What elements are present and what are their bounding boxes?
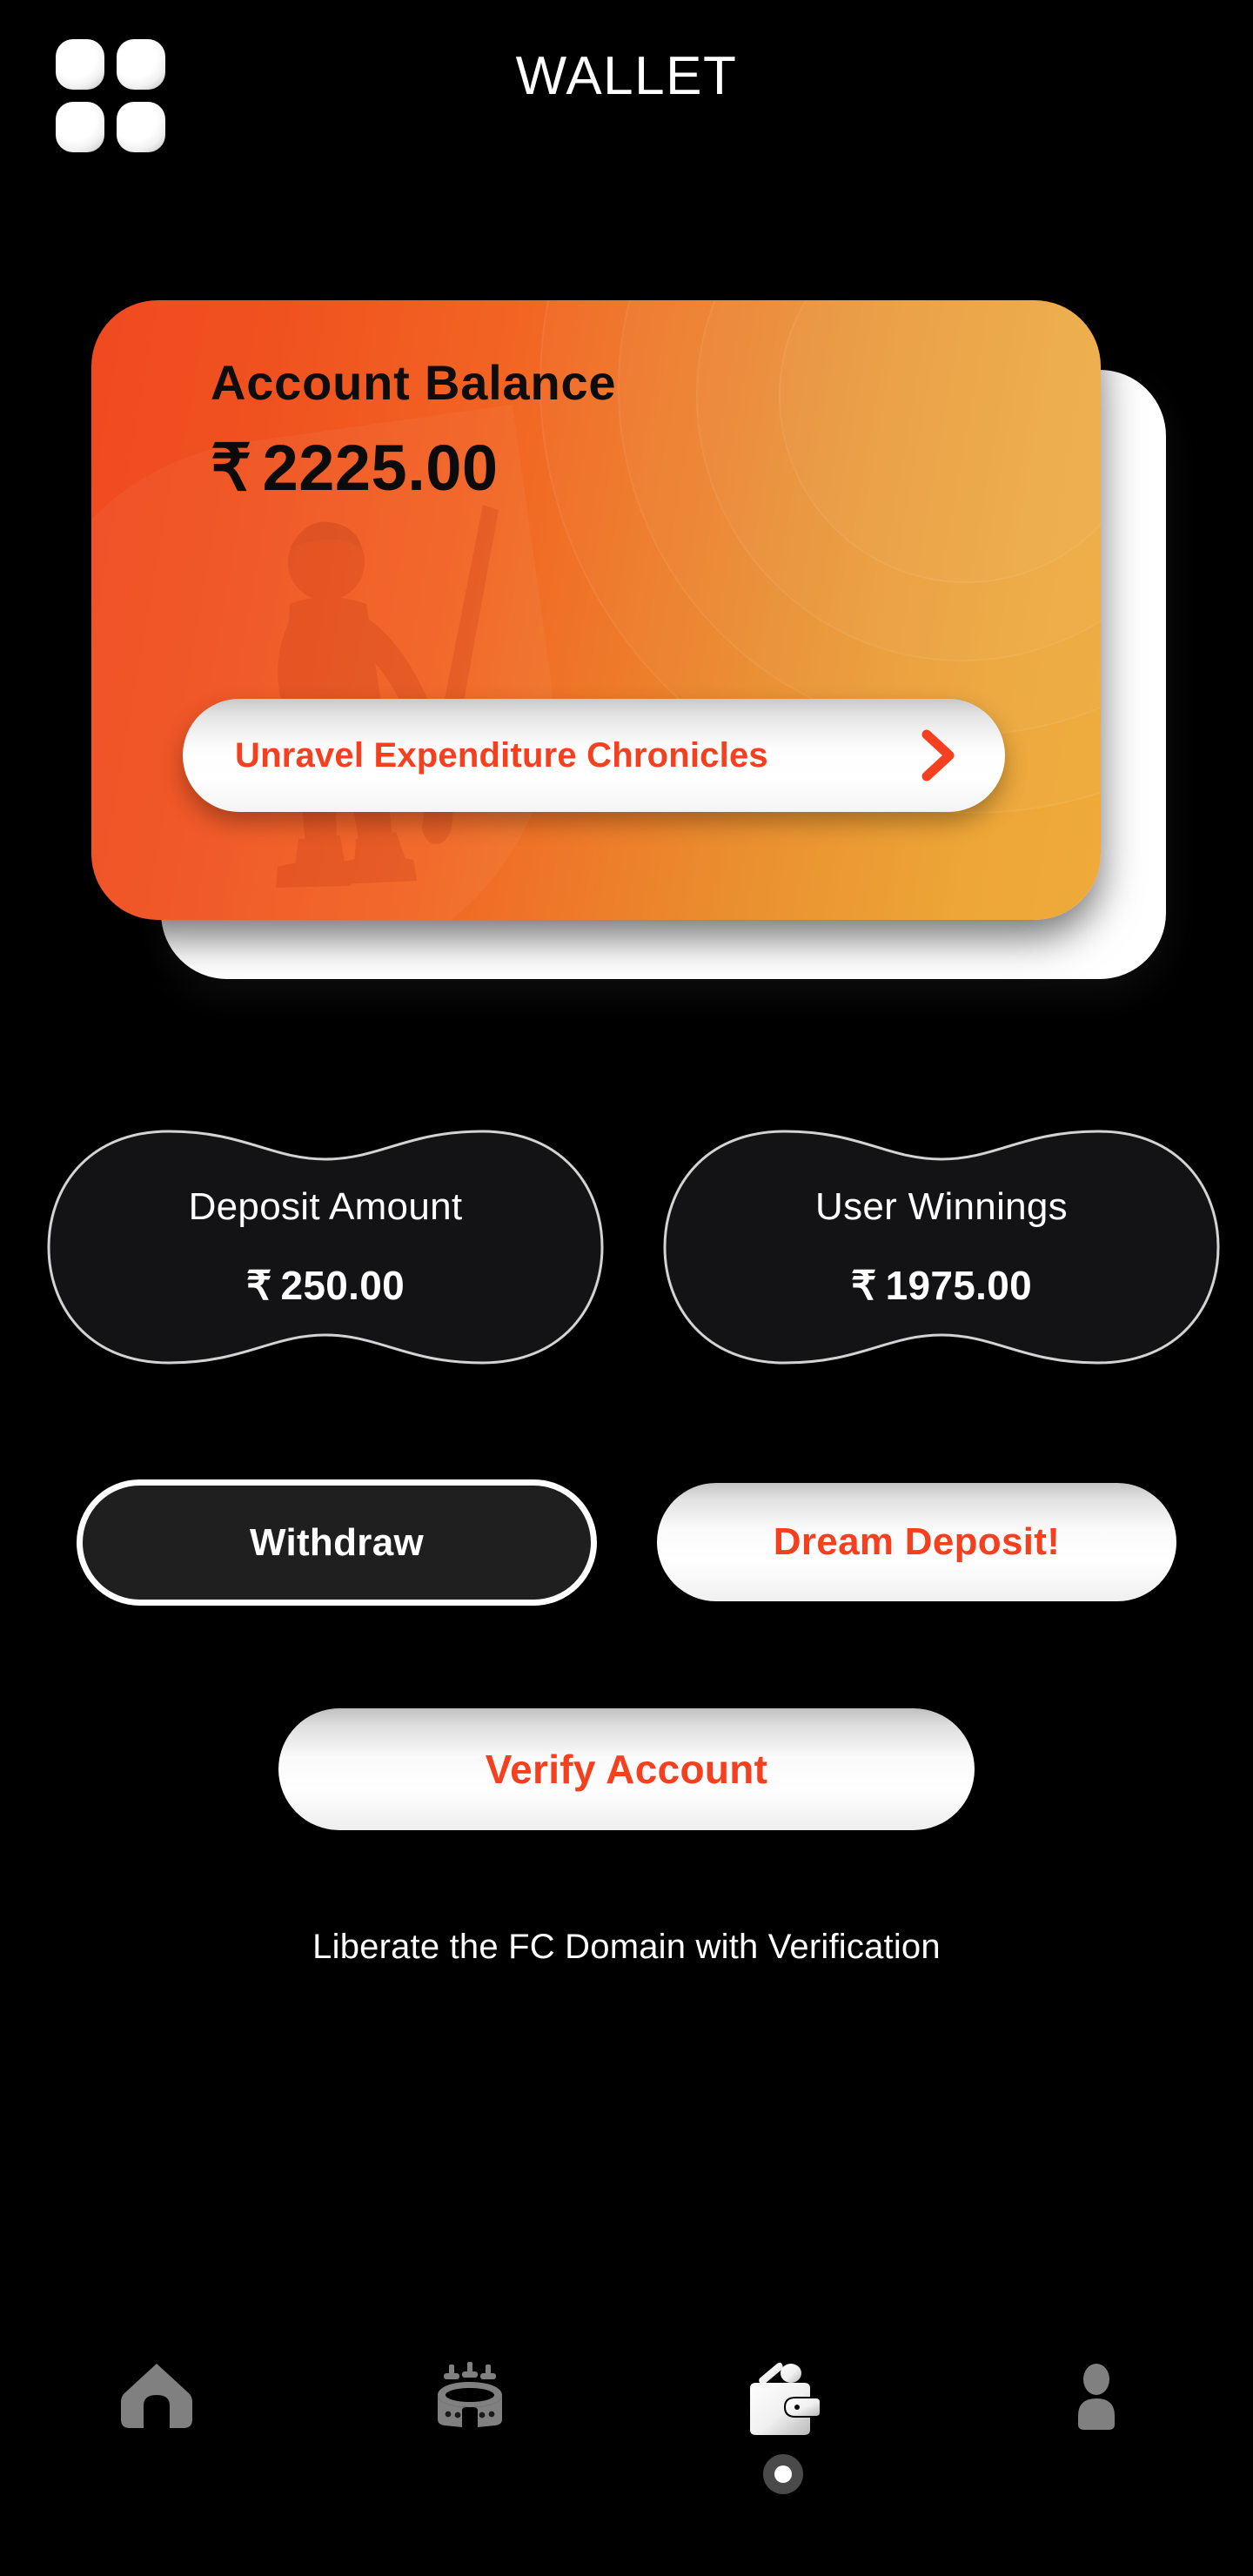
stadium-icon bbox=[438, 2362, 502, 2427]
bottom-navigation-bar bbox=[0, 2332, 1253, 2576]
wallet-screen: WALLET Account Balance ₹ 2225.00 Unravel… bbox=[0, 0, 1253, 2576]
grid-menu-cell bbox=[56, 102, 104, 152]
app-header: WALLET bbox=[0, 0, 1253, 174]
withdraw-button[interactable]: Withdraw bbox=[77, 1479, 597, 1606]
stats-row: Deposit Amount ₹250.00 User Winnings ₹19… bbox=[0, 1121, 1253, 1382]
home-icon bbox=[121, 2364, 192, 2428]
balance-label: Account Balance bbox=[211, 355, 617, 410]
active-nav-indicator bbox=[763, 2454, 803, 2494]
balance-amount-value: 2225.00 bbox=[262, 432, 499, 504]
nav-item-wallet[interactable] bbox=[626, 2332, 940, 2576]
expenditure-chronicles-label: Unravel Expenditure Chronicles bbox=[235, 735, 768, 775]
actions-row: Withdraw Dream Deposit! bbox=[0, 1479, 1253, 1610]
verify-account-button[interactable]: Verify Account bbox=[278, 1708, 975, 1830]
decorative-ring bbox=[618, 300, 1101, 735]
balance-card[interactable]: Account Balance ₹2225.00 Unravel Expendi… bbox=[91, 300, 1101, 920]
grid-menu-cell bbox=[117, 102, 165, 152]
page-title: WALLET bbox=[515, 46, 738, 106]
nav-item-stadium[interactable] bbox=[313, 2332, 626, 2576]
decorative-ring bbox=[696, 300, 1101, 661]
decorative-ring bbox=[779, 300, 1101, 583]
stat-pod-shape bbox=[47, 1130, 604, 1365]
expenditure-chronicles-button[interactable]: Unravel Expenditure Chronicles bbox=[183, 699, 1005, 812]
nav-item-home[interactable] bbox=[0, 2332, 313, 2576]
stat-pod-user-winnings[interactable]: User Winnings ₹1975.00 bbox=[654, 1121, 1229, 1373]
stat-pod-deposit-amount[interactable]: Deposit Amount ₹250.00 bbox=[38, 1121, 613, 1373]
nav-item-profile[interactable] bbox=[940, 2332, 1253, 2576]
balance-card-container: Account Balance ₹2225.00 Unravel Expendi… bbox=[91, 300, 1170, 988]
balance-amount: ₹2225.00 bbox=[211, 431, 499, 506]
wallet-icon bbox=[750, 2362, 820, 2435]
rupee-symbol: ₹ bbox=[211, 432, 252, 504]
person-icon bbox=[1078, 2364, 1115, 2430]
dream-deposit-button[interactable]: Dream Deposit! bbox=[657, 1483, 1176, 1601]
stat-pod-shape bbox=[663, 1130, 1220, 1365]
chevron-right-icon bbox=[921, 729, 955, 782]
verify-account-caption: Liberate the FC Domain with Verification bbox=[312, 1928, 941, 1966]
